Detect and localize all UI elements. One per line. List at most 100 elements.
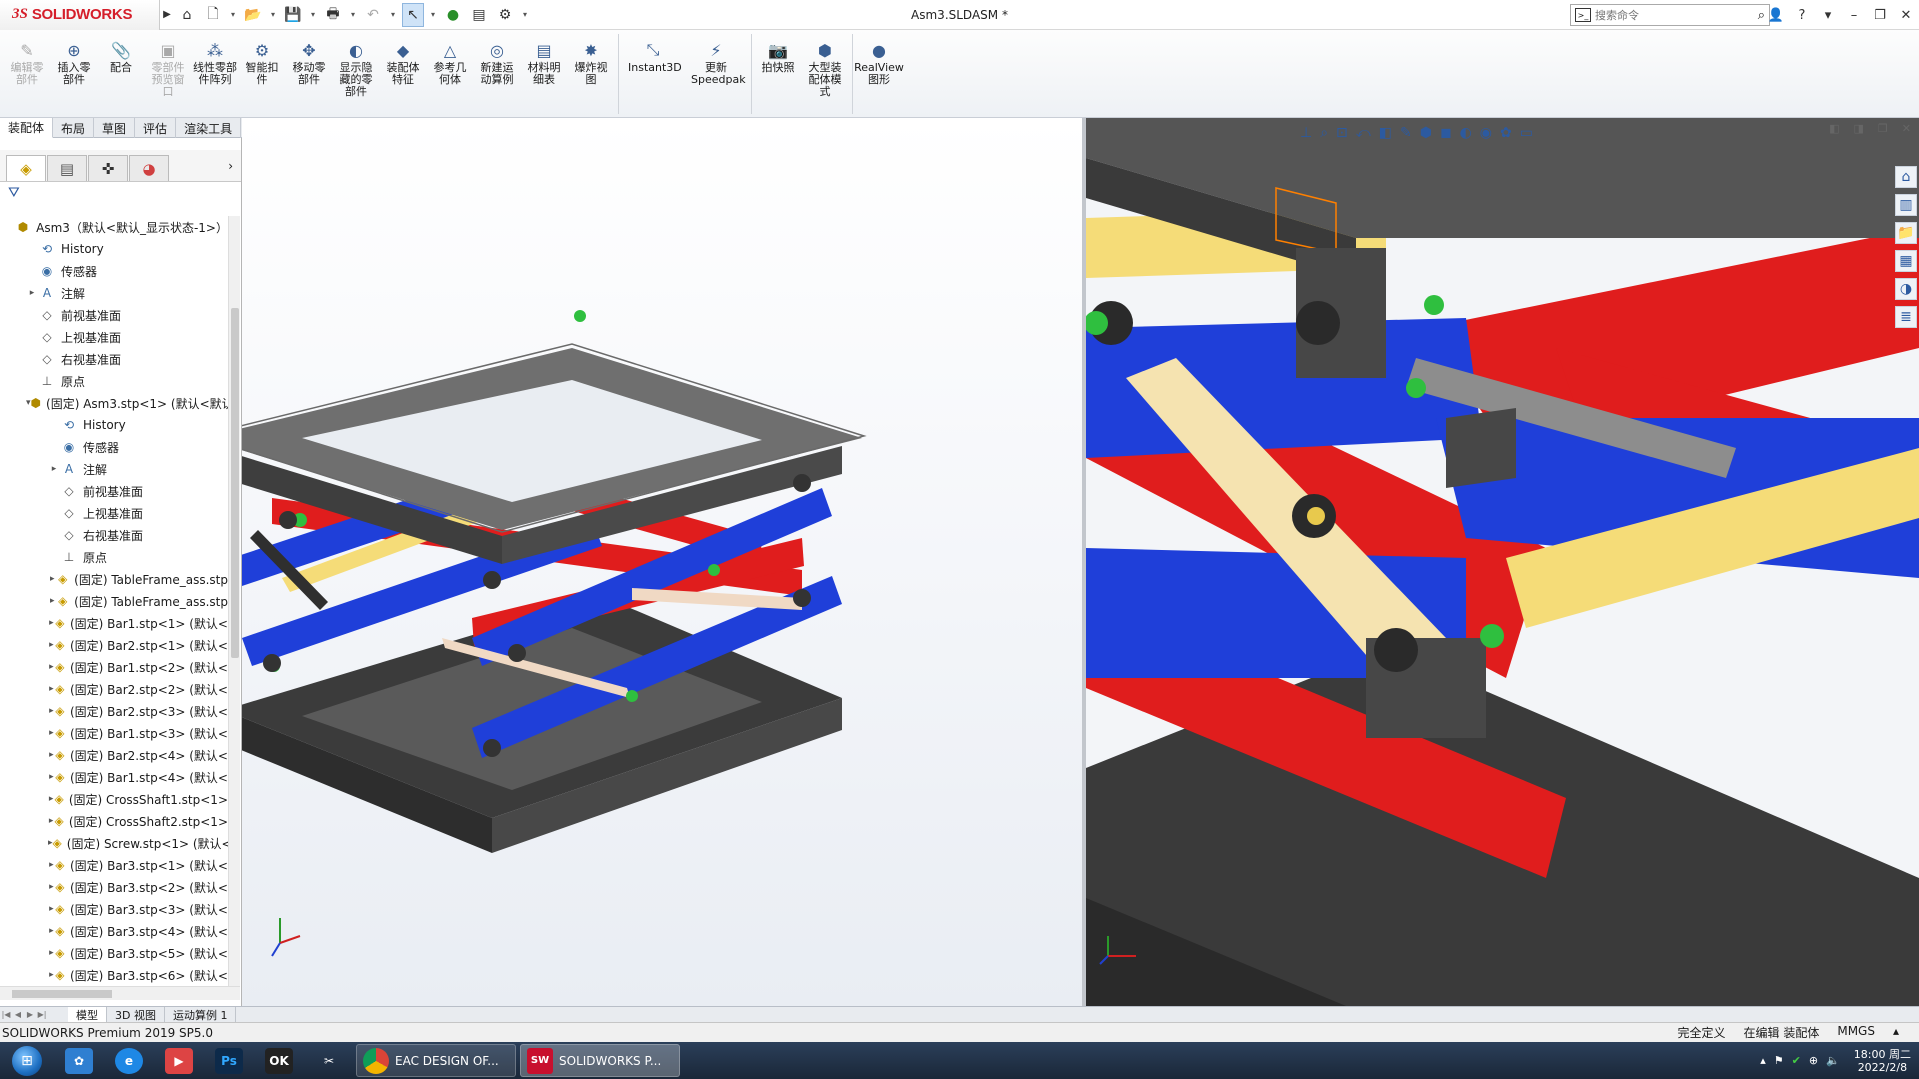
minimize-icon[interactable]: – bbox=[1841, 8, 1867, 23]
view-palette-icon[interactable]: ▦ bbox=[1895, 250, 1917, 272]
expand-toggle-icon[interactable]: ▸ bbox=[48, 772, 55, 782]
expand-toggle-icon[interactable]: ▸ bbox=[48, 750, 55, 760]
tree-item[interactable]: ◉ 传感器 bbox=[0, 436, 228, 458]
taskbar-app-photos-icon[interactable]: ✿ bbox=[54, 1043, 104, 1078]
solidworks-logo[interactable]: 3S SOLIDWORKS bbox=[0, 0, 160, 30]
ribbon-button-reference-geometry[interactable]: △ 参考几 何体 bbox=[427, 30, 473, 114]
expand-toggle-icon[interactable]: ▸ bbox=[48, 662, 55, 672]
save-dropdown-icon[interactable]: ▾ bbox=[308, 3, 318, 27]
command-tab[interactable]: 装配体 bbox=[0, 118, 54, 138]
tree-item[interactable]: ▸ A 注解 bbox=[0, 458, 228, 480]
ribbon-button-move-component[interactable]: ✥ 移动零 部件 bbox=[286, 30, 332, 114]
command-tab[interactable]: 渲染工具 bbox=[176, 118, 242, 138]
display-style-icon[interactable]: ◼ bbox=[1440, 125, 1452, 141]
new-dropdown-icon[interactable]: ▾ bbox=[228, 3, 238, 27]
tree-item[interactable]: ▸ ◈ (固定) Bar3.stp<3> (默认< bbox=[0, 898, 228, 920]
design-library-icon[interactable]: ▥ bbox=[1895, 194, 1917, 216]
expand-toggle-icon[interactable]: ▸ bbox=[48, 882, 55, 892]
ribbon-button-assembly-feature[interactable]: ◆ 装配体 特征 bbox=[380, 30, 426, 114]
tree-item[interactable]: ▸ ◈ (固定) Bar3.stp<5> (默认< bbox=[0, 942, 228, 964]
file-explorer-icon[interactable]: 📁 bbox=[1895, 222, 1917, 244]
open-folder-icon[interactable]: 📂 bbox=[242, 3, 264, 27]
appearances-scenes-icon[interactable]: ◑ bbox=[1895, 278, 1917, 300]
panel-expand-chevron-icon[interactable]: › bbox=[228, 159, 233, 173]
feature-manager-tab-icon[interactable]: ◈ bbox=[6, 155, 46, 181]
ribbon-button-smart-fastener[interactable]: ⚙ 智能扣 件 bbox=[239, 30, 285, 114]
expand-toggle-icon[interactable]: ▸ bbox=[48, 860, 55, 870]
taskbar-app-paint-icon[interactable]: ✂ bbox=[304, 1043, 354, 1078]
help-icon[interactable]: ? bbox=[1789, 8, 1815, 23]
view-orientation-cube-icon[interactable]: ⬢ bbox=[1420, 125, 1432, 141]
view-settings-icon[interactable]: ▭ bbox=[1520, 125, 1533, 141]
zoom-to-fit-icon[interactable]: ⌕ bbox=[1320, 125, 1328, 141]
tree-item[interactable]: ▸ ◈ (固定) CrossShaft2.stp<1> bbox=[0, 810, 228, 832]
tray-expand-icon[interactable]: ▴ bbox=[1760, 1054, 1766, 1067]
ribbon-button-large-assembly[interactable]: ⬢ 大型装 配体模 式 bbox=[802, 30, 848, 114]
tree-item[interactable]: ◇ 上视基准面 bbox=[0, 326, 228, 348]
command-tab[interactable]: 布局 bbox=[53, 118, 95, 138]
scroll-thumb[interactable] bbox=[231, 308, 239, 658]
tree-item[interactable]: ⬢ Asm3（默认<默认_显示状态-1>） bbox=[0, 216, 228, 238]
undo-icon[interactable]: ↶ bbox=[362, 3, 384, 27]
expand-toggle-icon[interactable]: ▸ bbox=[48, 728, 55, 738]
taskbar-app-ok-icon[interactable]: OK bbox=[254, 1043, 304, 1078]
edit-appearance-icon[interactable]: ◉ bbox=[1480, 125, 1492, 141]
tab-next-icon[interactable]: ▶ bbox=[24, 1010, 36, 1019]
tree-item[interactable]: ▸ A 注解 bbox=[0, 282, 228, 304]
display-manager-tab-icon[interactable]: ◕ bbox=[129, 155, 169, 181]
tree-item[interactable]: ▸ ◈ (固定) Bar3.stp<4> (默认< bbox=[0, 920, 228, 942]
viewport-restore-icon[interactable]: ❐ bbox=[1878, 122, 1888, 135]
tray-flag-icon[interactable]: ⚑ bbox=[1774, 1054, 1784, 1067]
tree-vertical-scrollbar[interactable] bbox=[228, 216, 240, 986]
model-tab[interactable]: 3D 视图 bbox=[107, 1006, 165, 1023]
save-icon[interactable]: 💾 bbox=[282, 3, 304, 27]
close-icon[interactable]: ✕ bbox=[1893, 8, 1919, 23]
tree-item[interactable]: ▸ ◈ (固定) Bar1.stp<2> (默认< bbox=[0, 656, 228, 678]
ribbon-button-exploded-view[interactable]: ✸ 爆炸视 图 bbox=[568, 30, 614, 114]
tray-network-icon[interactable]: ⊕ bbox=[1809, 1054, 1818, 1067]
undo-dropdown-icon[interactable]: ▾ bbox=[388, 3, 398, 27]
expand-toggle-icon[interactable]: ▸ bbox=[48, 464, 60, 474]
tree-item[interactable]: ▸ ◈ (固定) Screw.stp<1> (默认< bbox=[0, 832, 228, 854]
expand-toggle-icon[interactable]: ▸ bbox=[48, 926, 55, 936]
model-tab[interactable]: 模型 bbox=[68, 1006, 107, 1023]
tree-item[interactable]: ▸ ◈ (固定) Bar2.stp<4> (默认< bbox=[0, 744, 228, 766]
tree-item[interactable]: ▸ ◈ (固定) TableFrame_ass.stp bbox=[0, 590, 228, 612]
tree-item[interactable]: ◇ 上视基准面 bbox=[0, 502, 228, 524]
ribbon-button-preview-window[interactable]: ▣ 零部件 预览窗 口 bbox=[145, 30, 191, 114]
taskbar-clock[interactable]: 18:00 周二 2022/2/8 bbox=[1854, 1048, 1911, 1074]
expand-toggle-icon[interactable]: ▸ bbox=[48, 948, 55, 958]
ribbon-button-new-motion-study[interactable]: ◎ 新建运 动算例 bbox=[474, 30, 520, 114]
ribbon-button-snapshot[interactable]: 📷 拍快照 bbox=[755, 30, 801, 114]
start-button[interactable]: ⊞ bbox=[0, 1042, 54, 1079]
options-gear-icon[interactable]: ⚙ bbox=[494, 3, 516, 27]
ribbon-button-edit-component[interactable]: ✎ 编辑零 部件 bbox=[4, 30, 50, 114]
tree-filter-icon[interactable]: ⛛ bbox=[0, 182, 241, 204]
ribbon-button-insert-component[interactable]: ⊕ 插入零 部件 bbox=[51, 30, 97, 114]
home-icon[interactable]: ⌂ bbox=[176, 3, 198, 27]
dynamic-annotation-icon[interactable]: ✎ bbox=[1400, 125, 1412, 141]
command-search[interactable]: >_ ⌕ bbox=[1570, 4, 1770, 26]
viewport-next-icon[interactable]: ◨ bbox=[1854, 122, 1864, 135]
graphics-viewport-left[interactable] bbox=[242, 118, 1082, 1006]
expand-toggle-icon[interactable]: ▸ bbox=[48, 640, 55, 650]
expand-toggle-icon[interactable]: ▸ bbox=[48, 618, 55, 628]
tab-last-icon[interactable]: ▶| bbox=[36, 1010, 48, 1019]
tree-item[interactable]: ▸ ◈ (固定) Bar2.stp<1> (默认< bbox=[0, 634, 228, 656]
expand-toggle-icon[interactable]: ▸ bbox=[48, 574, 56, 584]
viewport-prev-icon[interactable]: ◧ bbox=[1829, 122, 1839, 135]
ribbon-button-linear-pattern[interactable]: ⁂ 线性零部 件阵列 bbox=[192, 30, 238, 114]
tray-antivirus-icon[interactable]: ✔ bbox=[1792, 1054, 1801, 1067]
select-pointer-icon[interactable]: ↖ bbox=[402, 2, 424, 27]
tree-item[interactable]: ▸ ◈ (固定) Bar2.stp<2> (默认< bbox=[0, 678, 228, 700]
expand-toggle-icon[interactable]: ▸ bbox=[48, 970, 55, 980]
tree-item[interactable]: ▸ ◈ (固定) Bar3.stp<1> (默认< bbox=[0, 854, 228, 876]
unit-system[interactable]: MMGS bbox=[1837, 1024, 1875, 1041]
apply-scene-icon[interactable]: ✿ bbox=[1500, 125, 1512, 141]
print-dropdown-icon[interactable]: ▾ bbox=[348, 3, 358, 27]
expand-toggle-icon[interactable]: ▸ bbox=[48, 596, 56, 606]
previous-view-icon[interactable]: ⤺ bbox=[1356, 125, 1371, 141]
model-tab[interactable]: 运动算例 1 bbox=[165, 1006, 237, 1023]
help-dropdown-icon[interactable]: ▾ bbox=[1815, 8, 1841, 23]
options-dropdown-icon[interactable]: ▾ bbox=[520, 3, 530, 27]
